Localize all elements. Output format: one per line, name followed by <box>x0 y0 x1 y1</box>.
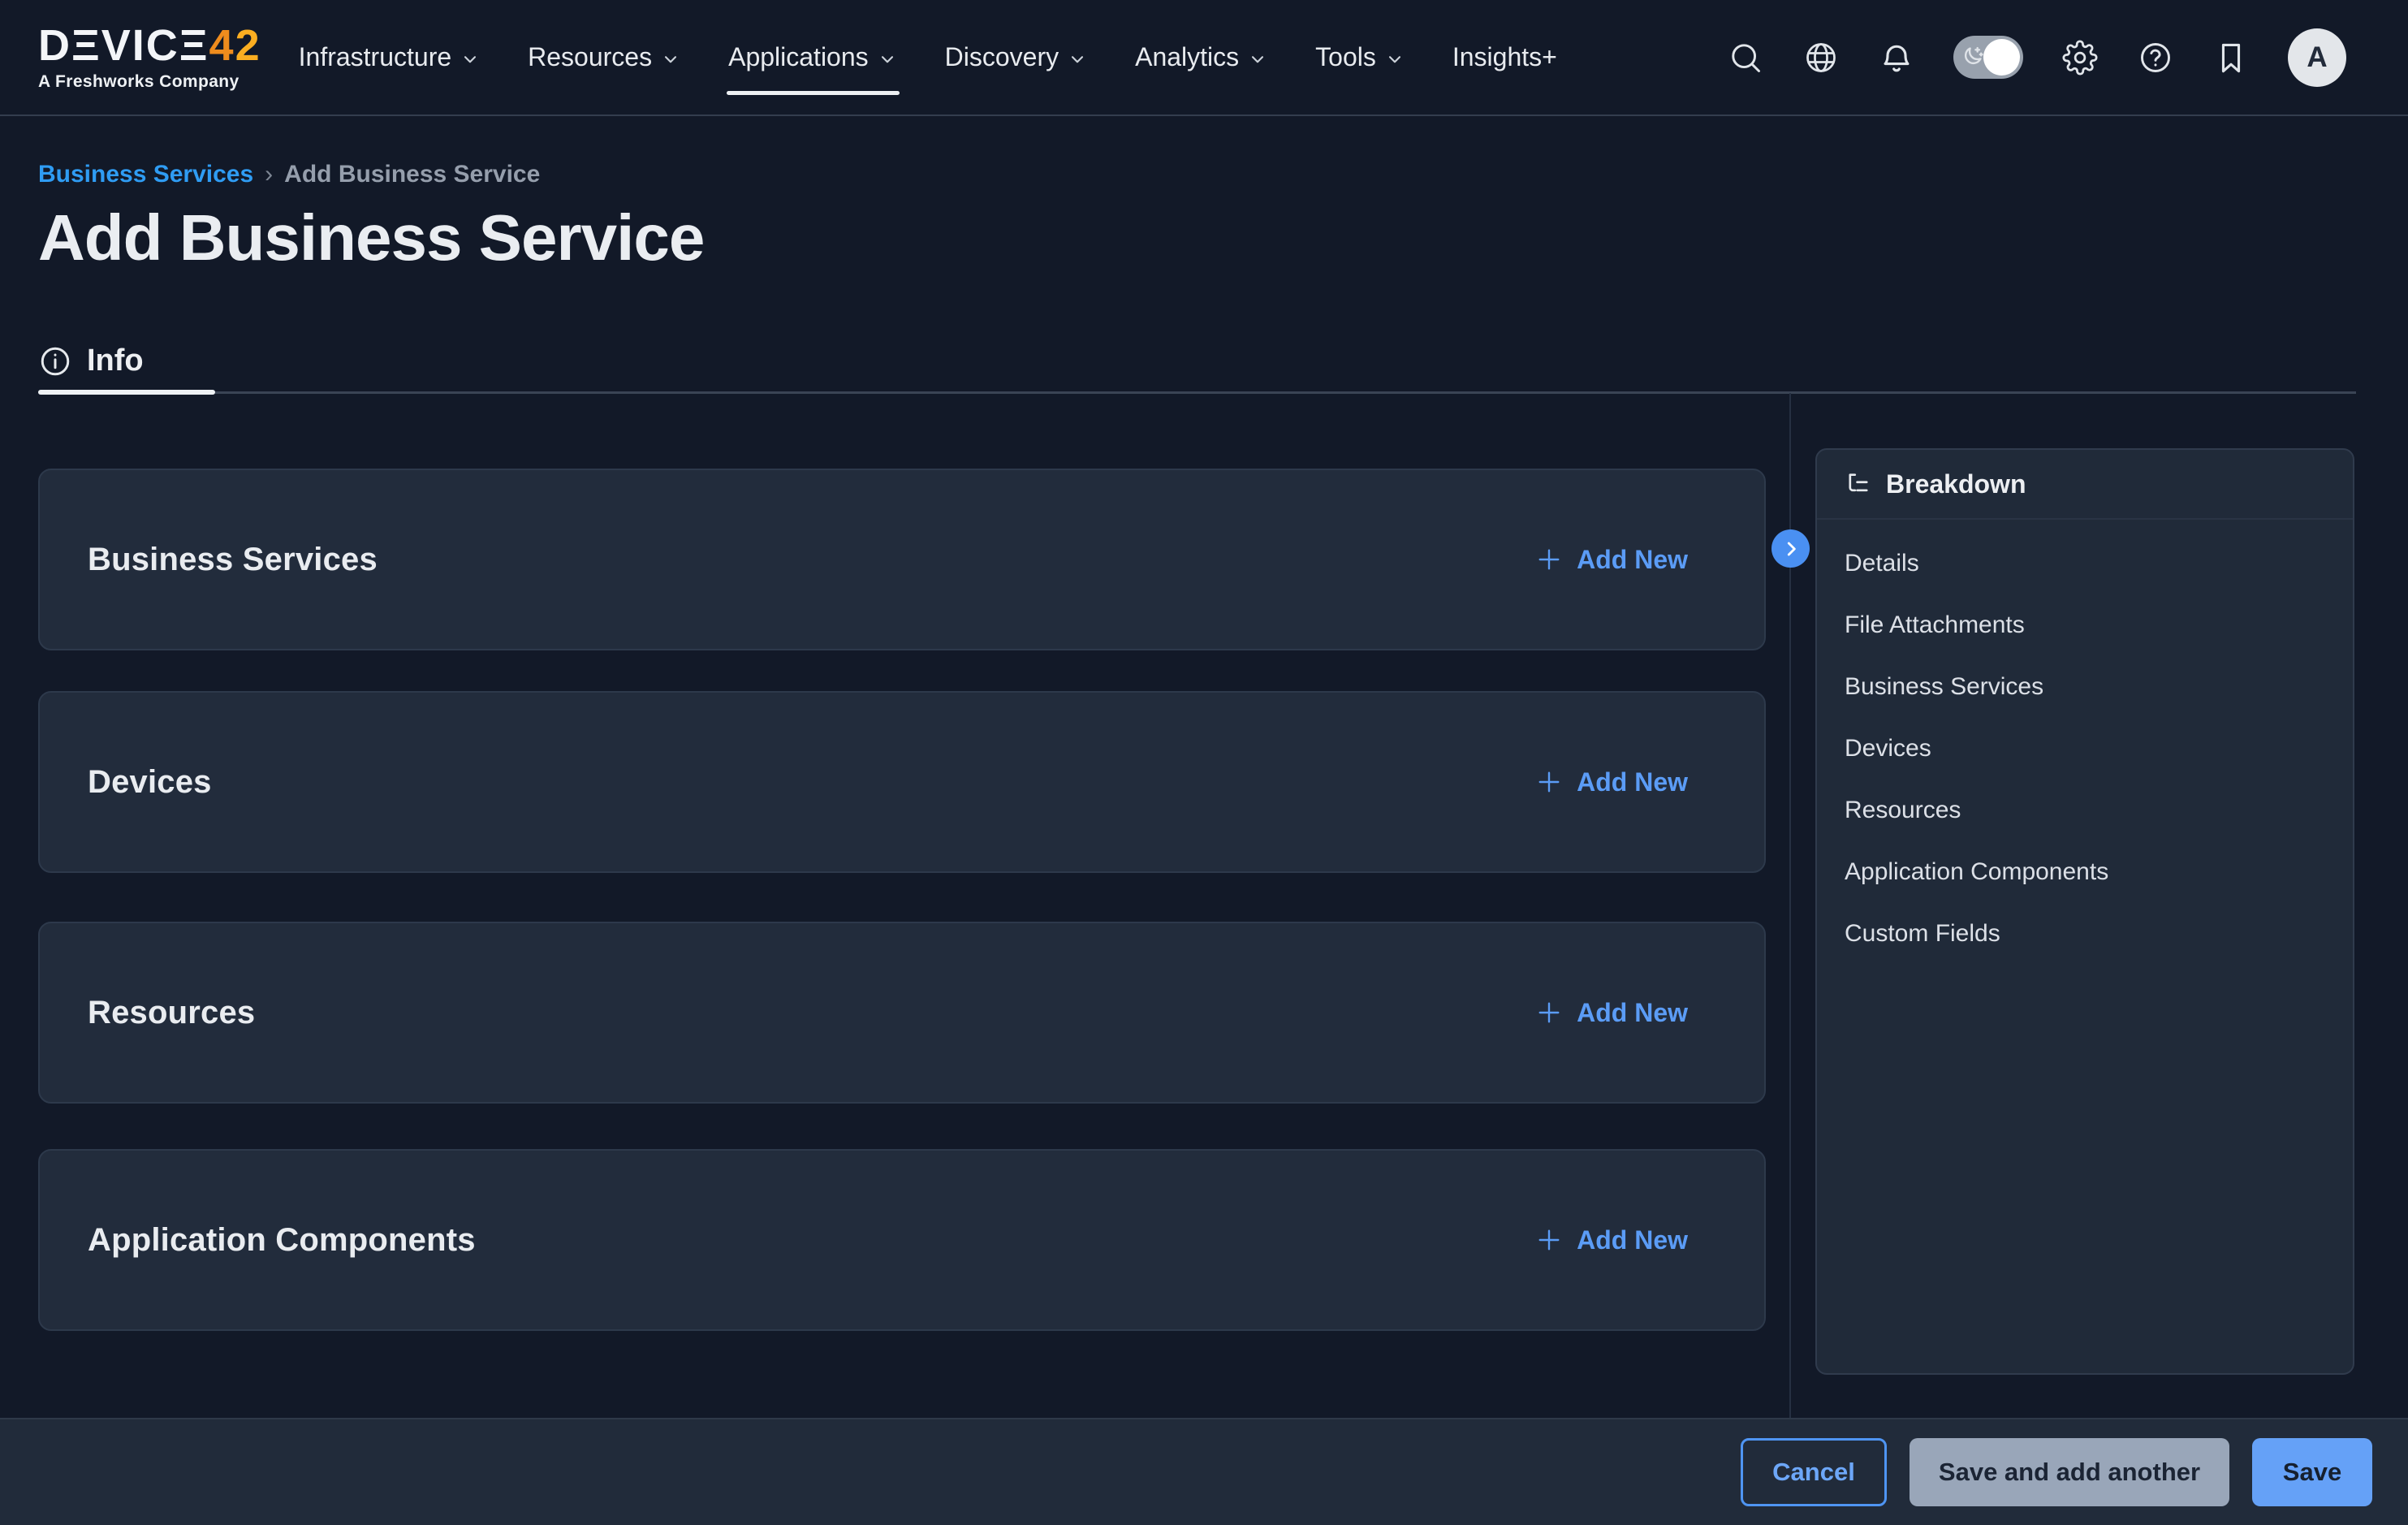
nav-item-insights[interactable]: Insights+ <box>1452 0 1557 114</box>
breakdown-item-application-components[interactable]: Application Components <box>1817 841 2353 903</box>
breadcrumb: Business Services › Add Business Service <box>38 161 540 188</box>
cancel-button[interactable]: Cancel <box>1741 1438 1887 1506</box>
breakdown-item-resources[interactable]: Resources <box>1817 780 2353 841</box>
help-icon <box>2138 40 2173 76</box>
active-tab-underline <box>38 390 215 395</box>
device42-logo[interactable]: DΞVICΞ42 A Freshworks Company <box>38 24 261 92</box>
section-title: Business Services <box>88 542 378 578</box>
breakdown-item-devices[interactable]: Devices <box>1817 718 2353 780</box>
chevron-down-icon <box>660 49 681 70</box>
main-content: Business Services › Add Business Service… <box>0 116 2408 1418</box>
notifications-button[interactable] <box>1878 39 1915 76</box>
section-card-devices: Devices Add New <box>38 691 1766 873</box>
tab-info-label: Info <box>87 343 144 378</box>
hierarchy-icon <box>1845 470 1872 498</box>
collapse-breakdown-panel-button[interactable] <box>1771 529 1810 568</box>
globe-icon <box>1803 40 1839 76</box>
chevron-right-icon <box>1780 538 1802 559</box>
add-new-application-component-button[interactable]: Add New <box>1534 1225 1688 1255</box>
search-icon <box>1728 40 1763 76</box>
tab-info[interactable]: Info <box>38 343 144 378</box>
breakdown-panel: Breakdown Details File Attachments Busin… <box>1815 448 2354 1375</box>
plus-icon <box>1534 998 1564 1027</box>
section-title: Application Components <box>88 1222 476 1259</box>
section-title: Devices <box>88 764 212 801</box>
topbar-actions: A <box>1727 28 2346 87</box>
breakdown-list: Details File Attachments Business Servic… <box>1817 520 2353 978</box>
breakdown-title: Breakdown <box>1886 469 2026 499</box>
breakdown-panel-header: Breakdown <box>1817 450 2353 520</box>
top-navigation-bar: DΞVICΞ42 A Freshworks Company Infrastruc… <box>0 0 2408 116</box>
toggle-knob <box>1983 39 2020 76</box>
section-card-resources: Resources Add New <box>38 922 1766 1104</box>
plus-icon <box>1534 1225 1564 1255</box>
theme-toggle[interactable] <box>1953 36 2023 79</box>
gear-icon <box>2062 40 2098 76</box>
bell-icon <box>1879 40 1914 76</box>
section-card-business-services: Business Services Add New <box>38 469 1766 650</box>
nav-item-infrastructure[interactable]: Infrastructure <box>299 0 481 114</box>
save-and-add-another-button[interactable]: Save and add another <box>1910 1438 2229 1506</box>
save-button[interactable]: Save <box>2252 1438 2372 1506</box>
tab-strip-divider <box>38 391 2356 394</box>
breakdown-item-custom-fields[interactable]: Custom Fields <box>1817 903 2353 965</box>
nav-item-tools[interactable]: Tools <box>1315 0 1405 114</box>
page-title: Add Business Service <box>38 201 704 275</box>
user-avatar[interactable]: A <box>2288 28 2346 87</box>
add-new-business-service-button[interactable]: Add New <box>1534 545 1688 575</box>
settings-button[interactable] <box>2061 39 2099 76</box>
help-button[interactable] <box>2137 39 2174 76</box>
nav-item-resources[interactable]: Resources <box>528 0 681 114</box>
breakdown-item-business-services[interactable]: Business Services <box>1817 656 2353 718</box>
moon-stars-icon <box>1959 44 1985 70</box>
info-icon <box>38 344 72 378</box>
breadcrumb-link-business-services[interactable]: Business Services <box>38 161 253 188</box>
main-nav: Infrastructure Resources Applications Di… <box>299 0 1557 114</box>
avatar-initial: A <box>2307 41 2327 74</box>
breakdown-item-details[interactable]: Details <box>1817 533 2353 594</box>
language-globe-button[interactable] <box>1802 39 1840 76</box>
chevron-down-icon <box>877 49 898 70</box>
plus-icon <box>1534 545 1564 574</box>
logo-subtitle: A Freshworks Company <box>38 72 261 92</box>
section-title: Resources <box>88 995 255 1031</box>
add-new-device-button[interactable]: Add New <box>1534 767 1688 797</box>
section-card-application-components: Application Components Add New <box>38 1149 1766 1331</box>
chevron-down-icon <box>1384 49 1405 70</box>
chevron-down-icon <box>1067 49 1088 70</box>
nav-item-applications[interactable]: Applications <box>728 0 898 114</box>
bookmarks-button[interactable] <box>2212 39 2250 76</box>
footer-action-bar: Cancel Save and add another Save <box>0 1418 2408 1525</box>
nav-item-discovery[interactable]: Discovery <box>945 0 1088 114</box>
plus-icon <box>1534 767 1564 797</box>
breadcrumb-current: Add Business Service <box>284 161 540 188</box>
logo-wordmark: DΞVICΞ42 <box>38 24 261 67</box>
chevron-down-icon <box>460 49 481 70</box>
search-button[interactable] <box>1727 39 1764 76</box>
nav-item-analytics[interactable]: Analytics <box>1135 0 1268 114</box>
add-new-resource-button[interactable]: Add New <box>1534 998 1688 1028</box>
breadcrumb-separator: › <box>265 161 273 188</box>
breakdown-item-file-attachments[interactable]: File Attachments <box>1817 594 2353 656</box>
device42-app: DΞVICΞ42 A Freshworks Company Infrastruc… <box>0 0 2408 1525</box>
chevron-down-icon <box>1247 49 1268 70</box>
bookmark-icon <box>2213 40 2249 76</box>
